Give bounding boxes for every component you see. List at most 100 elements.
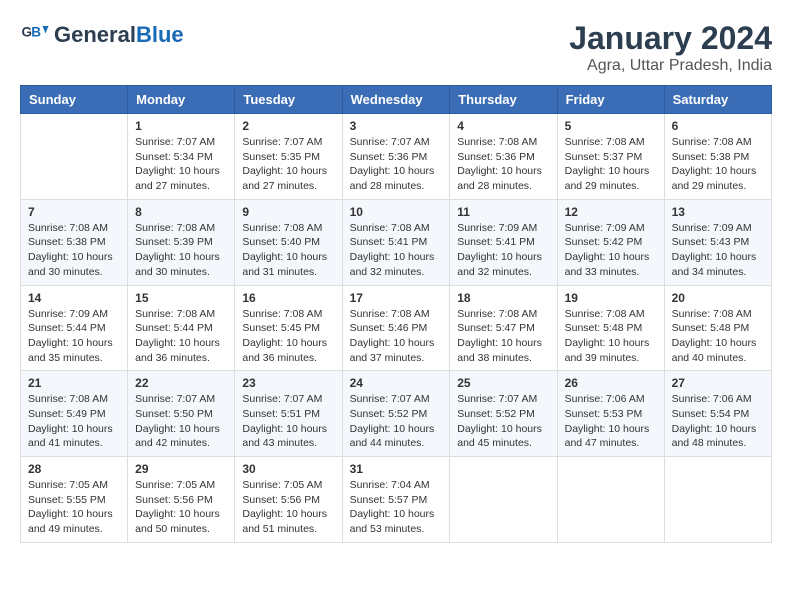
cell-line: Daylight: 10 hours — [135, 250, 227, 265]
cell-line: and 50 minutes. — [135, 522, 227, 537]
calendar-week-row: 21Sunrise: 7:08 AMSunset: 5:49 PMDayligh… — [21, 371, 772, 457]
calendar-cell: 7 Sunrise: 7:08 AMSunset: 5:38 PMDaylight… — [21, 199, 128, 285]
cell-line: Sunrise: 7:09 AM — [565, 221, 657, 236]
day-number: 28 — [28, 462, 120, 476]
calendar-cell: 13Sunrise: 7:09 AMSunset: 5:43 PMDayligh… — [664, 199, 771, 285]
calendar-cell: 22Sunrise: 7:07 AMSunset: 5:50 PMDayligh… — [128, 371, 235, 457]
calendar-cell — [664, 457, 771, 543]
cell-content: Sunrise: 7:08 AMSunset: 5:40 PMDaylight:… — [242, 221, 334, 280]
calendar-cell — [450, 457, 557, 543]
day-number: 27 — [672, 376, 764, 390]
day-number: 5 — [565, 119, 657, 133]
day-number: 29 — [135, 462, 227, 476]
cell-content: Sunrise: 7:08 AMSunset: 5:48 PMDaylight:… — [672, 307, 764, 366]
cell-content: Sunrise: 7:07 AMSunset: 5:50 PMDaylight:… — [135, 392, 227, 451]
cell-line: Sunrise: 7:06 AM — [565, 392, 657, 407]
calendar-cell: 12Sunrise: 7:09 AMSunset: 5:42 PMDayligh… — [557, 199, 664, 285]
cell-line: Sunrise: 7:08 AM — [672, 135, 764, 150]
calendar-header-row: SundayMondayTuesdayWednesdayThursdayFrid… — [21, 86, 772, 114]
calendar-day-header: Wednesday — [342, 86, 450, 114]
cell-line: Daylight: 10 hours — [565, 250, 657, 265]
cell-content: Sunrise: 7:07 AMSunset: 5:51 PMDaylight:… — [242, 392, 334, 451]
day-number: 20 — [672, 291, 764, 305]
cell-line: and 39 minutes. — [565, 351, 657, 366]
calendar-cell — [557, 457, 664, 543]
cell-line: Sunset: 5:54 PM — [672, 407, 764, 422]
calendar-day-header: Monday — [128, 86, 235, 114]
day-number: 26 — [565, 376, 657, 390]
cell-content: Sunrise: 7:08 AMSunset: 5:38 PMDaylight:… — [28, 221, 120, 280]
cell-line: Sunset: 5:41 PM — [457, 235, 549, 250]
cell-line: Sunrise: 7:08 AM — [242, 221, 334, 236]
cell-content: Sunrise: 7:07 AMSunset: 5:34 PMDaylight:… — [135, 135, 227, 194]
day-number: 13 — [672, 205, 764, 219]
calendar-cell: 2Sunrise: 7:07 AMSunset: 5:35 PMDaylight… — [235, 114, 342, 200]
cell-line: Sunset: 5:47 PM — [457, 321, 549, 336]
cell-line: and 34 minutes. — [672, 265, 764, 280]
logo-text: GeneralBlue — [54, 23, 184, 47]
cell-line: and 40 minutes. — [672, 351, 764, 366]
cell-line: Sunset: 5:38 PM — [28, 235, 120, 250]
cell-line: and 53 minutes. — [350, 522, 443, 537]
cell-content: Sunrise: 7:05 AMSunset: 5:56 PMDaylight:… — [242, 478, 334, 537]
cell-line: Daylight: 10 hours — [672, 422, 764, 437]
day-number: 25 — [457, 376, 549, 390]
cell-line: Sunset: 5:36 PM — [350, 150, 443, 165]
logo: G B GeneralBlue — [20, 20, 184, 50]
cell-content: Sunrise: 7:08 AMSunset: 5:46 PMDaylight:… — [350, 307, 443, 366]
cell-line: Daylight: 10 hours — [457, 164, 549, 179]
day-number: 3 — [350, 119, 443, 133]
day-number: 15 — [135, 291, 227, 305]
day-number: 30 — [242, 462, 334, 476]
cell-content: Sunrise: 7:09 AMSunset: 5:44 PMDaylight:… — [28, 307, 120, 366]
cell-line: Sunrise: 7:05 AM — [28, 478, 120, 493]
cell-content: Sunrise: 7:07 AMSunset: 5:36 PMDaylight:… — [350, 135, 443, 194]
cell-line: Daylight: 10 hours — [242, 336, 334, 351]
cell-content: Sunrise: 7:08 AMSunset: 5:44 PMDaylight:… — [135, 307, 227, 366]
cell-line: Sunset: 5:35 PM — [242, 150, 334, 165]
cell-line: Daylight: 10 hours — [28, 507, 120, 522]
cell-line: and 41 minutes. — [28, 436, 120, 451]
cell-line: Sunset: 5:48 PM — [565, 321, 657, 336]
day-number: 2 — [242, 119, 334, 133]
calendar-cell: 18Sunrise: 7:08 AMSunset: 5:47 PMDayligh… — [450, 285, 557, 371]
calendar-day-header: Saturday — [664, 86, 771, 114]
calendar-cell: 4Sunrise: 7:08 AMSunset: 5:36 PMDaylight… — [450, 114, 557, 200]
calendar-week-row: 28 Sunrise: 7:05 AMSunset: 5:55 PMDayligh… — [21, 457, 772, 543]
calendar-body: 1Sunrise: 7:07 AMSunset: 5:34 PMDaylight… — [21, 114, 772, 543]
calendar-cell: 10Sunrise: 7:08 AMSunset: 5:41 PMDayligh… — [342, 199, 450, 285]
cell-content: Sunrise: 7:08 AMSunset: 5:49 PMDaylight:… — [28, 392, 120, 451]
cell-line: Daylight: 10 hours — [565, 336, 657, 351]
cell-line: Daylight: 10 hours — [350, 336, 443, 351]
title-area: January 2024 Agra, Uttar Pradesh, India — [569, 20, 772, 75]
cell-content: Sunrise: 7:05 AMSunset: 5:56 PMDaylight:… — [135, 478, 227, 537]
calendar-cell: 21Sunrise: 7:08 AMSunset: 5:49 PMDayligh… — [21, 371, 128, 457]
cell-line: Sunset: 5:50 PM — [135, 407, 227, 422]
cell-line: Sunset: 5:45 PM — [242, 321, 334, 336]
cell-line: Daylight: 10 hours — [135, 164, 227, 179]
day-number: 4 — [457, 119, 549, 133]
day-number: 7 — [28, 205, 120, 219]
calendar-cell: 19Sunrise: 7:08 AMSunset: 5:48 PMDayligh… — [557, 285, 664, 371]
calendar-cell: 20 Sunrise: 7:08 AMSunset: 5:48 PMDayligh… — [664, 285, 771, 371]
cell-line: and 30 minutes. — [135, 265, 227, 280]
cell-line: Sunset: 5:52 PM — [457, 407, 549, 422]
cell-line: Daylight: 10 hours — [135, 422, 227, 437]
cell-line: Sunset: 5:55 PM — [28, 493, 120, 508]
cell-line: and 42 minutes. — [135, 436, 227, 451]
cell-line: Sunrise: 7:08 AM — [672, 307, 764, 322]
cell-line: Sunrise: 7:07 AM — [457, 392, 549, 407]
cell-line: Sunset: 5:57 PM — [350, 493, 443, 508]
calendar-week-row: 7Sunrise: 7:08 AMSunset: 5:38 PMDaylight… — [21, 199, 772, 285]
calendar-cell: 5Sunrise: 7:08 AMSunset: 5:37 PMDaylight… — [557, 114, 664, 200]
cell-line: Daylight: 10 hours — [28, 336, 120, 351]
cell-content: Sunrise: 7:04 AMSunset: 5:57 PMDaylight:… — [350, 478, 443, 537]
cell-line: Sunset: 5:48 PM — [672, 321, 764, 336]
calendar-cell: 25 Sunrise: 7:07 AMSunset: 5:52 PMDayligh… — [450, 371, 557, 457]
cell-line: Daylight: 10 hours — [457, 422, 549, 437]
page-title: January 2024 — [569, 20, 772, 57]
calendar-week-row: 14Sunrise: 7:09 AMSunset: 5:44 PMDayligh… — [21, 285, 772, 371]
cell-line: Sunrise: 7:08 AM — [28, 221, 120, 236]
day-number: 17 — [350, 291, 443, 305]
cell-line: Sunset: 5:56 PM — [135, 493, 227, 508]
